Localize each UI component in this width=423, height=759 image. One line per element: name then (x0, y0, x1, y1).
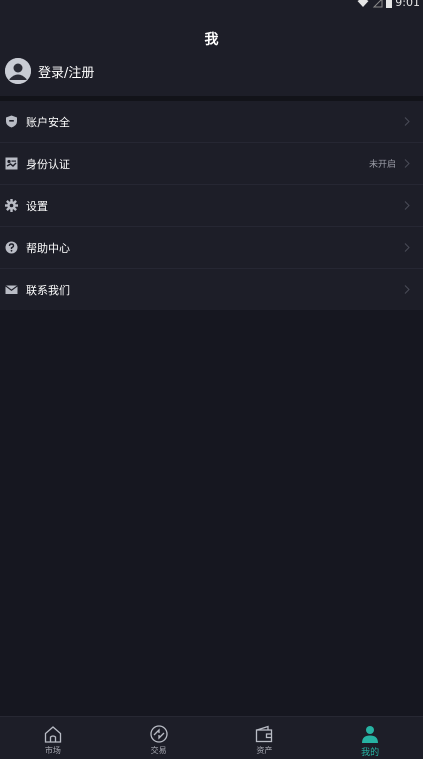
nav-tab-market[interactable]: 市场 (0, 717, 106, 759)
nav-tab-mine[interactable]: 我的 (317, 717, 423, 759)
verification-status: 未开启 (368, 160, 396, 170)
chevron-right-icon (404, 117, 410, 126)
nav-tab-label: 市场 (44, 746, 61, 755)
menu-item-label: 身份认证 (26, 157, 70, 171)
status-bar: 9:01 (0, 0, 423, 10)
menu-item-contact-us[interactable]: 联系我们 (0, 269, 423, 310)
status-time: 9:01 (395, 0, 420, 9)
menu-item-label: 帮助中心 (26, 241, 70, 255)
battery-icon (386, 0, 393, 8)
screen: 9:01 我 登录/注册 账户安全 身份认证 未开启 设置 帮助中心 联系我们 … (0, 0, 423, 759)
chevron-right-icon (404, 201, 410, 210)
wallet-icon (256, 725, 273, 743)
help-icon (5, 241, 18, 254)
menu-item-label: 联系我们 (26, 283, 70, 297)
chevron-right-icon (404, 159, 410, 168)
signal-icon (373, 0, 383, 8)
chevron-right-icon (404, 285, 410, 294)
nav-tab-label: 我的 (361, 748, 380, 758)
mail-icon (5, 285, 18, 294)
menu-item-label: 账户安全 (26, 115, 70, 129)
person-icon (362, 726, 379, 743)
nav-tab-label: 交易 (150, 746, 167, 755)
menu-item-settings[interactable]: 设置 (0, 185, 423, 227)
menu-item-identity-verification[interactable]: 身份认证 未开启 (0, 143, 423, 185)
login-register-label: 登录/注册 (38, 65, 95, 81)
menu-item-help-center[interactable]: 帮助中心 (0, 227, 423, 269)
gear-icon (5, 199, 18, 212)
nav-tab-trade[interactable]: 交易 (106, 717, 212, 759)
id-card-icon (5, 157, 18, 170)
shield-icon (6, 115, 17, 128)
menu-item-label: 设置 (26, 199, 48, 213)
avatar-icon (5, 58, 31, 84)
profile-header: 我 登录/注册 (0, 10, 423, 96)
status-icons: 9:01 (357, 0, 420, 9)
menu-item-account-security[interactable]: 账户安全 (0, 101, 423, 143)
home-icon (44, 726, 62, 743)
bottom-nav: 市场 交易 资产 我的 (0, 716, 423, 759)
login-register-button[interactable]: 登录/注册 (5, 58, 94, 84)
wifi-icon (357, 0, 369, 7)
chevron-right-icon (404, 243, 410, 252)
exchange-icon (149, 725, 168, 743)
nav-tab-label: 资产 (256, 746, 273, 755)
page-title: 我 (204, 32, 219, 48)
nav-tab-assets[interactable]: 资产 (212, 717, 318, 759)
settings-menu: 账户安全 身份认证 未开启 设置 帮助中心 联系我们 (0, 101, 423, 310)
